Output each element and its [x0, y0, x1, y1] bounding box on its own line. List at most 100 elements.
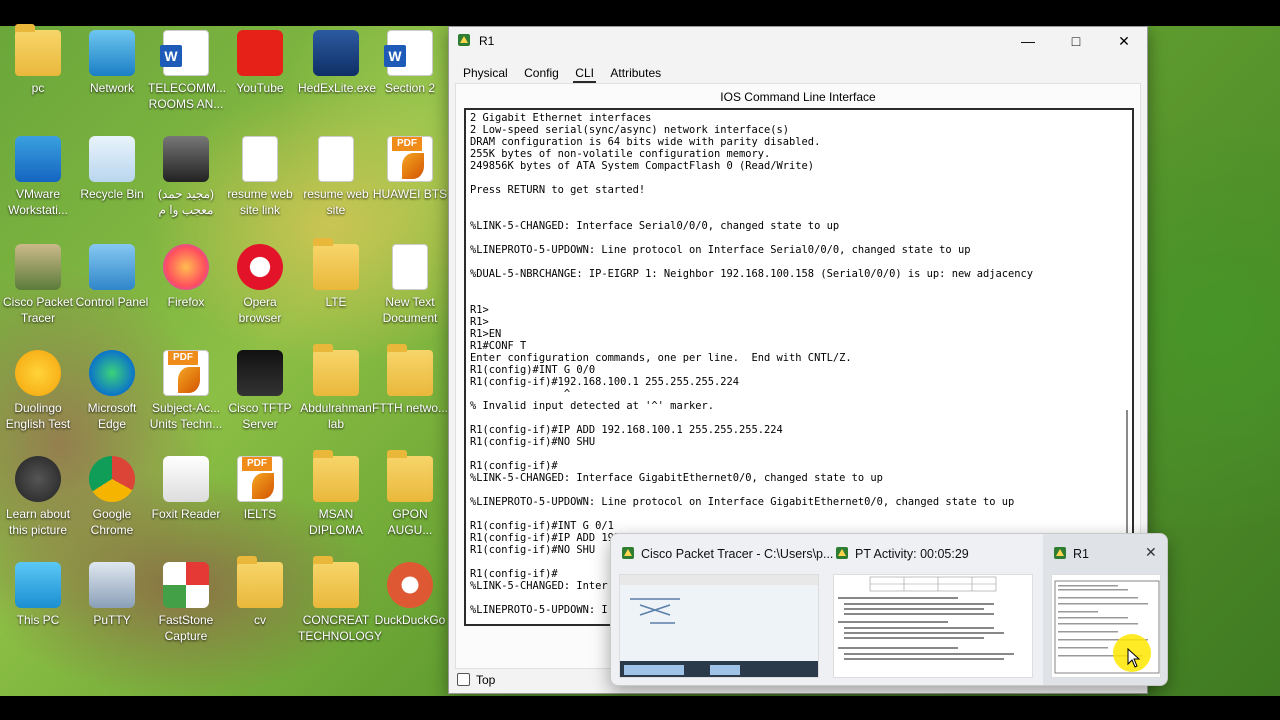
cli-line: %LINK-5-CHANGED: Interface Serial0/0/0, …	[470, 220, 840, 232]
desktop-icon-label: HedExLite.exe	[298, 81, 377, 95]
checkbox-box[interactable]	[457, 673, 470, 686]
firefox-icon	[163, 244, 209, 290]
desktop-icon[interactable]: Cisco Packet Tracer	[0, 244, 76, 326]
text-file-icon	[242, 136, 278, 182]
desktop-icon[interactable]: Section 2	[372, 30, 448, 96]
desktop-icon[interactable]: Recycle Bin	[74, 136, 150, 202]
cli-line: R1(config)#INT G 0/0	[470, 364, 596, 376]
cli-line: 2 Low-speed serial(sync/async) network i…	[470, 124, 790, 136]
desktop-icon[interactable]: (مجيد حمد) معجب وا م	[148, 136, 224, 218]
desktop-icon[interactable]: Opera browser	[222, 244, 298, 326]
desktop-icon-label: Abdulrahman lab	[300, 401, 372, 431]
desktop-icon-label: PuTTY	[93, 613, 131, 627]
cli-line: ^	[470, 388, 571, 400]
desktop-icon-label: Cisco Packet Tracer	[2, 295, 74, 325]
cli-line	[470, 448, 1033, 460]
desktop-icon[interactable]: IELTS	[222, 456, 298, 522]
recycle-bin-icon	[89, 136, 135, 182]
youtube-icon	[237, 30, 283, 76]
top-checkbox[interactable]: Top	[457, 673, 495, 687]
thumbnail-title: Cisco Packet Tracer - C:\Users\p...	[641, 547, 834, 561]
desktop-icon[interactable]: Network	[74, 30, 150, 96]
maximize-button[interactable]: □	[1053, 27, 1099, 55]
control-panel-icon	[89, 244, 135, 290]
cli-line: R1(config-if)#NO SHU	[470, 436, 596, 448]
desktop-icon[interactable]: pc	[0, 24, 76, 96]
cli-line	[470, 208, 1033, 220]
desktop-icon[interactable]: Learn about this picture	[0, 456, 76, 538]
cli-line: %LINK-5-CHANGED: Interface GigabitEthern…	[470, 472, 883, 484]
desktop-icon[interactable]: PuTTY	[74, 562, 150, 628]
title-bar[interactable]: R1 — □ ✕	[449, 27, 1147, 55]
desktop-icon[interactable]: LTE	[298, 238, 374, 310]
cli-line: R1>EN	[470, 328, 502, 340]
tab-config[interactable]: Config	[518, 63, 565, 83]
desktop-icon[interactable]: resume web site	[298, 136, 374, 218]
text-file-icon	[392, 244, 428, 290]
cli-scrollbar[interactable]	[1126, 410, 1128, 540]
folder-icon	[313, 344, 359, 396]
desktop-icon[interactable]: HedExLite.exe	[298, 30, 377, 96]
tab-attributes[interactable]: Attributes	[604, 63, 667, 83]
close-icon[interactable]: ✕	[1145, 544, 1157, 561]
thumbnail-pt-activity[interactable]: PT Activity: 00:05:29	[825, 534, 1043, 685]
desktop-icon-label: This PC	[16, 613, 60, 627]
cli-line: Enter configuration commands, one per li…	[470, 352, 852, 364]
desktop-icon[interactable]: FTTH netwo...	[372, 344, 448, 416]
desktop-icon[interactable]: MSAN DIPLOMA	[298, 450, 374, 538]
tab-cli[interactable]: CLI	[569, 63, 600, 84]
desktop-icon[interactable]: Foxit Reader	[148, 456, 224, 522]
cli-line	[470, 172, 1033, 184]
desktop-icon[interactable]: Microsoft Edge	[74, 350, 150, 432]
desktop-icon[interactable]: Cisco TFTP Server	[222, 350, 298, 432]
desktop-icon-label: VMware Workstati...	[8, 187, 68, 217]
pdf-folder-icon	[237, 556, 283, 608]
this-pc-icon	[15, 562, 61, 608]
desktop-icon-label: resume web site	[303, 187, 369, 217]
cli-line: R1(config-if)#	[470, 460, 558, 472]
photo-icon	[163, 136, 209, 182]
desktop-icon[interactable]: This PC	[0, 562, 76, 628]
desktop-icon[interactable]: New Text Document	[372, 244, 448, 326]
thumbnail-packet-tracer[interactable]: Cisco Packet Tracer - C:\Users\p...	[611, 534, 833, 685]
desktop-icon[interactable]: YouTube	[222, 30, 298, 96]
mouse-cursor-icon	[1127, 648, 1141, 668]
desktop-icon[interactable]: Duolingo English Test	[0, 350, 76, 432]
desktop-icon[interactable]: resume web site link	[222, 136, 298, 218]
desktop-icon[interactable]: CONCREAT TECHNOLOGY	[298, 556, 382, 644]
desktop-icon-label: (مجيد حمد) معجب وا م	[157, 187, 215, 217]
thumbnail-title: R1	[1073, 547, 1089, 561]
thumbnail-r1[interactable]: R1 ✕	[1043, 534, 1167, 685]
desktop-icon-label: resume web site link	[227, 187, 293, 217]
thumbnail-title: PT Activity: 00:05:29	[855, 547, 969, 561]
close-button[interactable]: ✕	[1101, 27, 1147, 55]
desktop-icon-label: Google Chrome	[90, 507, 134, 537]
desktop-icon[interactable]: TELECOMM... ROOMS AN...	[148, 30, 226, 112]
top-letterbox	[0, 0, 1280, 26]
desktop-icon-label: MSAN DIPLOMA	[308, 507, 363, 537]
tab-physical[interactable]: Physical	[457, 63, 514, 83]
cli-line: 2 Gigabit Ethernet interfaces	[470, 112, 652, 124]
bottom-letterbox	[0, 696, 1280, 720]
folder-icon	[313, 556, 359, 608]
desktop-icon-label: Foxit Reader	[151, 507, 221, 521]
desktop-icon-label: Cisco TFTP Server	[228, 401, 292, 431]
vmware-icon	[15, 136, 61, 182]
desktop-icon[interactable]: cv	[222, 556, 298, 628]
desktop-icon[interactable]: HUAWEI BTS	[372, 136, 448, 202]
desktop-icon[interactable]: Subject-Ac... Units Techn...	[148, 350, 224, 432]
desktop-icon-label: Opera browser	[238, 295, 282, 325]
minimize-button[interactable]: —	[1005, 27, 1051, 55]
desktop-icon[interactable]: Google Chrome	[74, 456, 150, 538]
desktop-icon[interactable]: Firefox	[148, 244, 224, 310]
desktop-icon[interactable]: FastStone Capture	[148, 562, 224, 644]
desktop-icon[interactable]: DuckDuckGo	[372, 562, 448, 628]
opera-icon	[237, 244, 283, 290]
desktop-icon[interactable]: GPON AUGU...	[372, 450, 448, 538]
faststone-icon	[163, 562, 209, 608]
desktop-icon[interactable]: VMware Workstati...	[0, 136, 76, 218]
desktop-icon[interactable]: Control Panel	[74, 244, 150, 310]
packet-tracer-icon	[836, 547, 848, 559]
desktop-icon[interactable]: Abdulrahman lab	[298, 344, 374, 432]
cli-line: R1>	[470, 304, 489, 316]
